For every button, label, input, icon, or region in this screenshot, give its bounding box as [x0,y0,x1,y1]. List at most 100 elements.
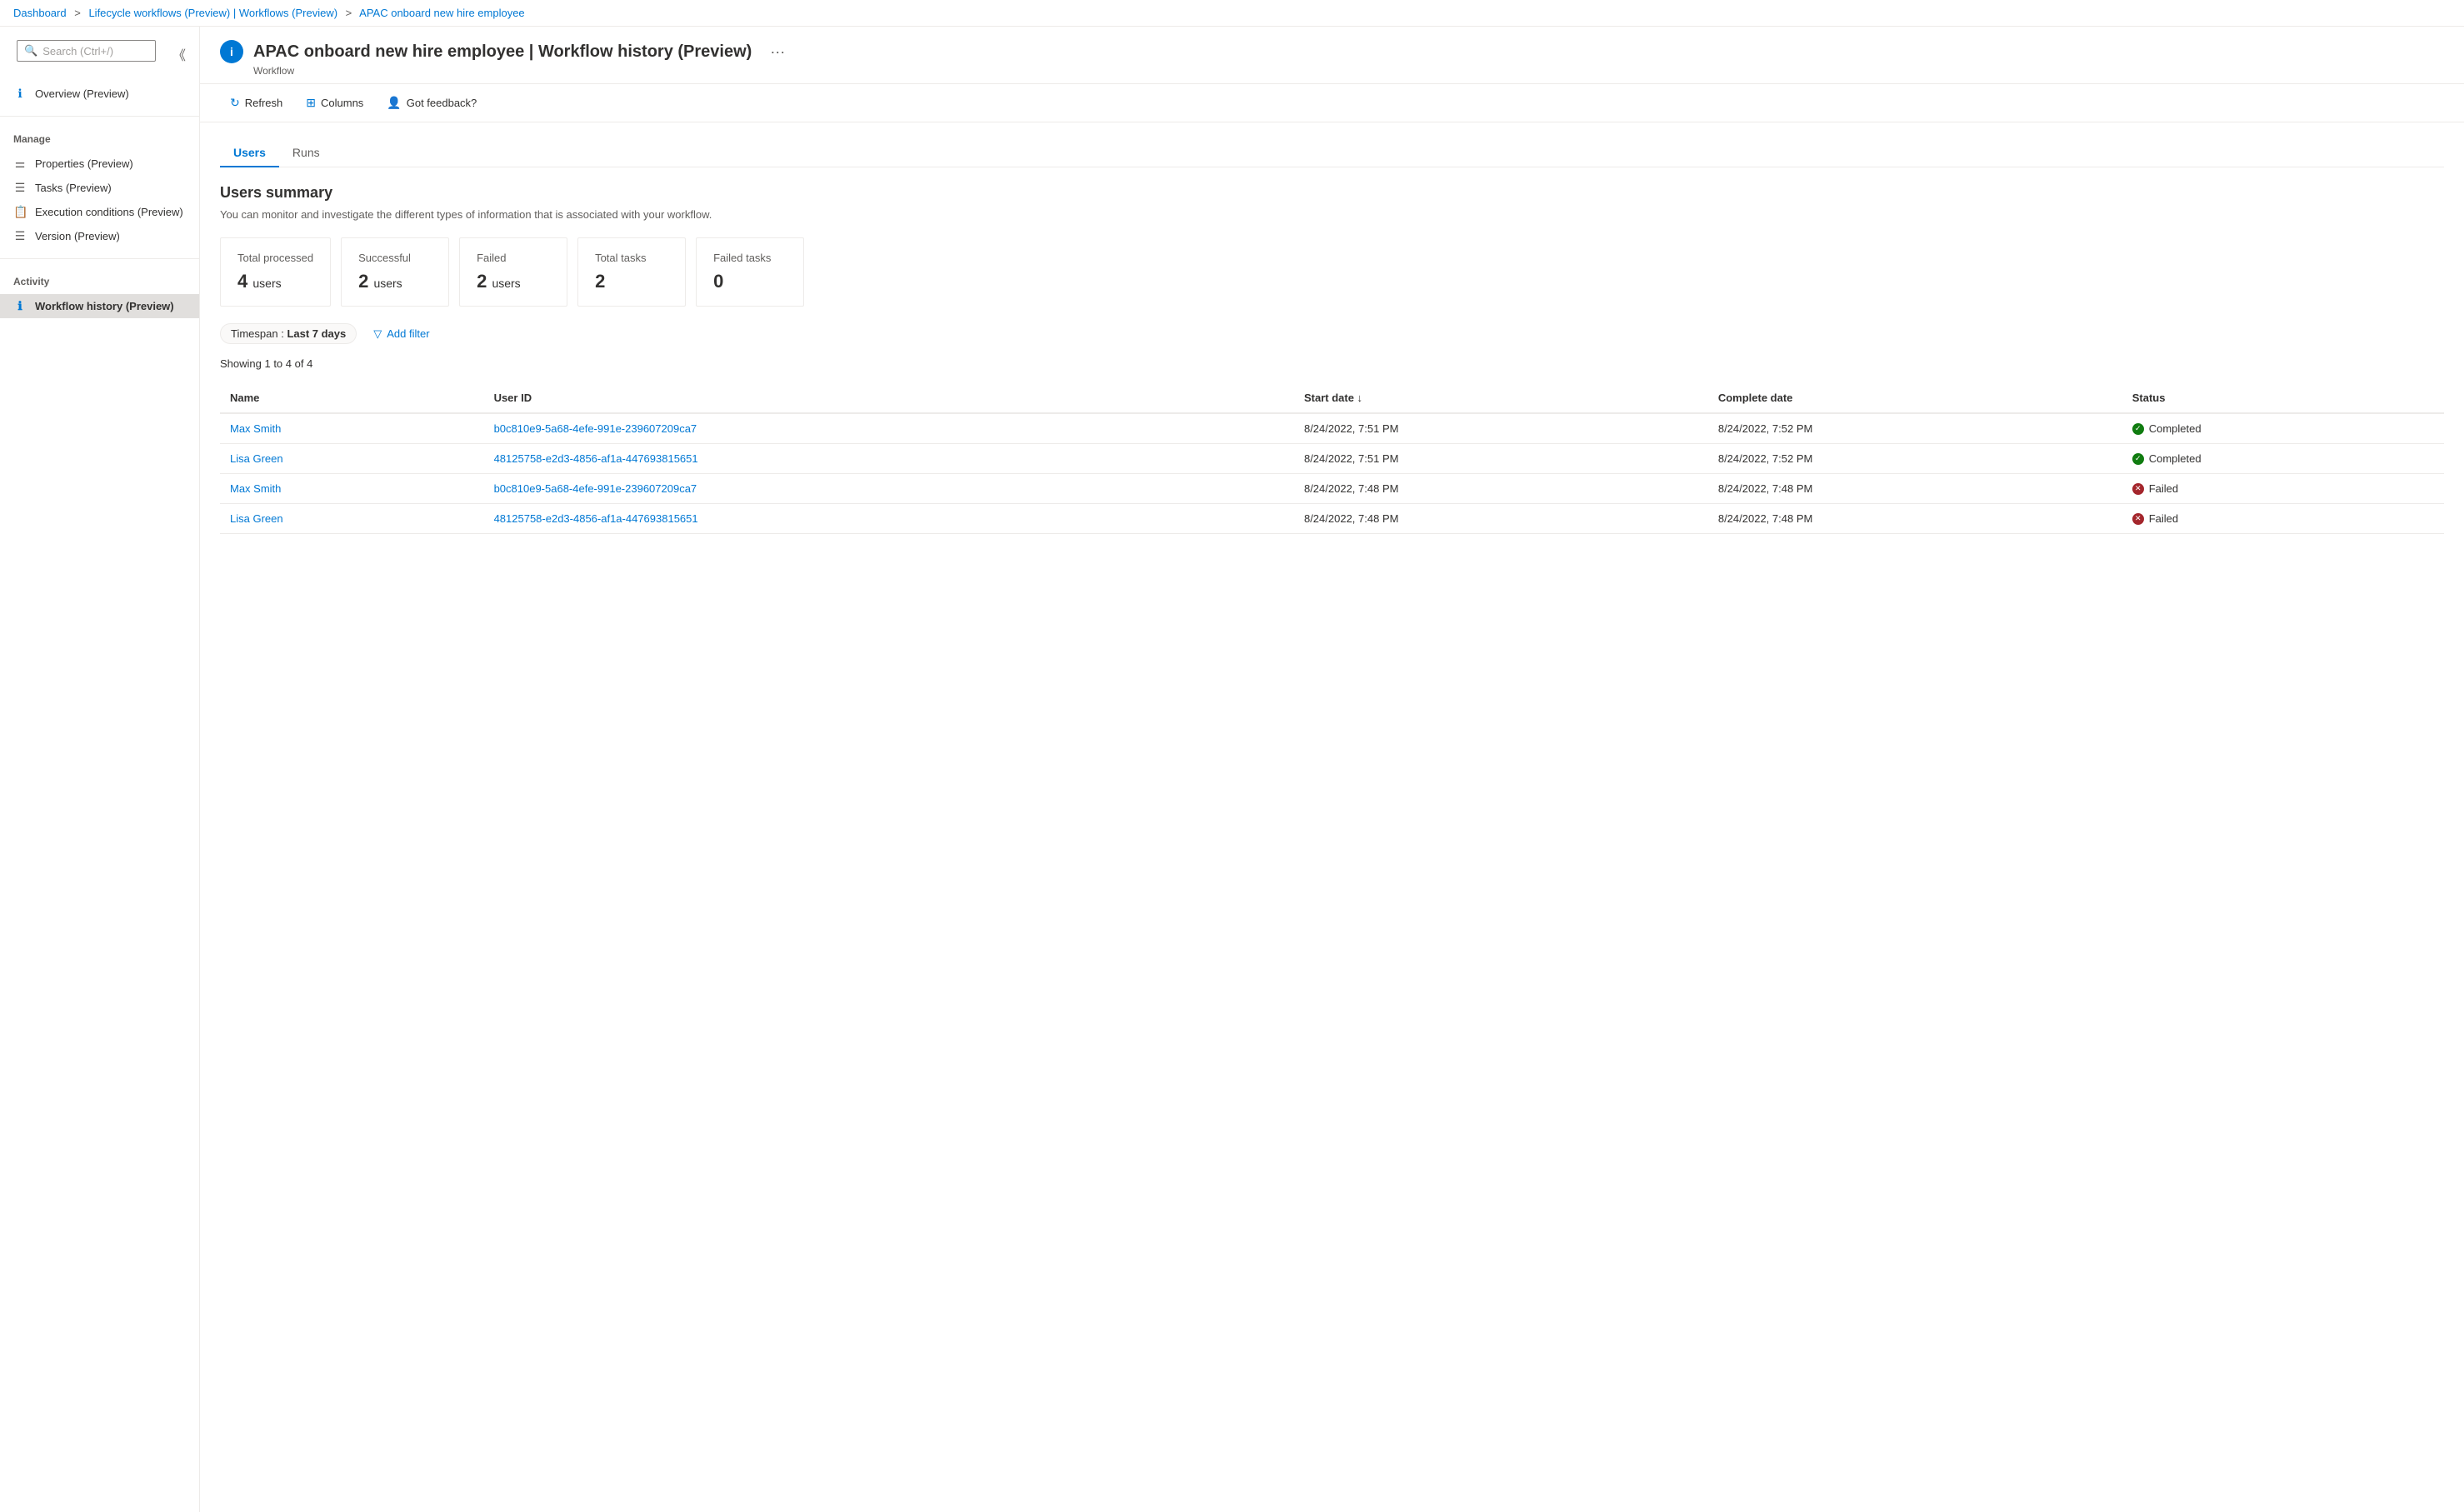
section-description: You can monitor and investigate the diff… [220,208,2444,221]
sidebar-version-label: Version (Preview) [35,230,120,242]
user-name-link[interactable]: Lisa Green [230,512,283,525]
sidebar-execution-label: Execution conditions (Preview) [35,206,183,218]
feedback-label: Got feedback? [407,97,477,109]
card-total-tasks-label: Total tasks [595,252,668,264]
complete-date-cell: 8/24/2022, 7:52 PM [1708,413,2122,444]
complete-date-cell: 8/24/2022, 7:52 PM [1708,444,2122,474]
status-label: Completed [2149,452,2202,465]
status-cell: ✕ Failed [2122,474,2444,504]
showing-text: Showing 1 to 4 of 4 [220,357,2444,370]
user-id-link[interactable]: 48125758-e2d3-4856-af1a-447693815651 [494,452,698,465]
tab-users[interactable]: Users [220,139,279,167]
col-user-id[interactable]: User ID [484,383,1294,413]
table-row: Lisa Green 48125758-e2d3-4856-af1a-447693… [220,444,2444,474]
sidebar-item-workflow-history[interactable]: ℹ Workflow history (Preview) [0,294,199,318]
user-name-link[interactable]: Max Smith [230,422,281,435]
sidebar-item-execution[interactable]: 📋 Execution conditions (Preview) [0,200,199,224]
refresh-button[interactable]: ↻ Refresh [220,91,292,115]
user-name-link[interactable]: Max Smith [230,482,281,495]
workflow-history-icon: ℹ [13,299,27,313]
collapse-button[interactable]: 《 [169,41,189,67]
sidebar-item-tasks[interactable]: ☰ Tasks (Preview) [0,176,199,200]
sidebar-item-overview[interactable]: ℹ Overview (Preview) [0,82,199,106]
card-total-tasks: Total tasks 2 [577,237,686,307]
search-input[interactable] [42,45,148,57]
columns-label: Columns [321,97,363,109]
user-id-link[interactable]: 48125758-e2d3-4856-af1a-447693815651 [494,512,698,525]
status-label: Failed [2149,512,2178,525]
more-options-button[interactable]: ··· [765,42,790,62]
users-summary-section: Users summary You can monitor and invest… [220,184,2444,534]
page-subtitle: Workflow [253,65,2444,77]
status-label: Completed [2149,422,2202,435]
tasks-icon: ☰ [13,181,27,195]
start-date-cell: 8/24/2022, 7:48 PM [1294,474,1708,504]
col-complete-date[interactable]: Complete date [1708,383,2122,413]
complete-date-cell: 8/24/2022, 7:48 PM [1708,504,2122,534]
filter-icon: ▽ [373,327,382,341]
search-box: 🔍 [17,40,156,62]
columns-button[interactable]: ⊞ Columns [296,91,373,115]
page-icon: i [220,40,243,63]
status-cell: ✕Failed [2122,504,2444,534]
add-filter-button[interactable]: ▽ Add filter [363,324,439,344]
breadcrumb-lifecycle[interactable]: Lifecycle workflows (Preview) | Workflow… [88,7,337,19]
card-successful: Successful 2 users [341,237,449,307]
summary-cards: Total processed 4 users Successful 2 use… [220,237,2444,307]
start-date-cell: 8/24/2022, 7:48 PM [1294,504,1708,534]
status-label: Failed [2149,482,2178,495]
sidebar-item-version[interactable]: ☰ Version (Preview) [0,224,199,248]
timespan-prefix: Timespan : [231,327,287,340]
toolbar: ↻ Refresh ⊞ Columns 👤 Got feedback? [200,84,2464,122]
completed-icon: ✓ [2132,423,2144,435]
user-id-link[interactable]: b0c810e9-5a68-4efe-991e-239607209ca7 [494,482,697,495]
completed-icon: ✓ [2132,453,2144,465]
timespan-filter[interactable]: Timespan : Last 7 days [220,323,357,344]
card-total-tasks-value: 2 [595,271,668,292]
tab-runs[interactable]: Runs [279,139,333,167]
columns-icon: ⊞ [306,96,316,110]
add-filter-label: Add filter [387,327,429,340]
start-date-cell: 8/24/2022, 7:51 PM [1294,413,1708,444]
card-failed-label: Failed [477,252,550,264]
section-title: Users summary [220,184,2444,202]
failed-icon: ✕ [2132,483,2144,495]
col-status[interactable]: Status [2122,383,2444,413]
table-header: Name User ID Start date ↓ Complete date [220,383,2444,413]
breadcrumb-dashboard[interactable]: Dashboard [13,7,67,19]
properties-icon: ⚌ [13,157,27,171]
card-successful-label: Successful [358,252,432,264]
refresh-label: Refresh [245,97,283,109]
app-container: Dashboard > Lifecycle workflows (Preview… [0,0,2464,1512]
card-failed-tasks-label: Failed tasks [713,252,787,264]
col-start-date[interactable]: Start date ↓ [1294,383,1708,413]
feedback-icon: 👤 [387,96,401,110]
card-failed-value: 2 users [477,271,550,292]
sidebar-overview-label: Overview (Preview) [35,87,129,100]
breadcrumb-workflow[interactable]: APAC onboard new hire employee [359,7,525,19]
user-name-link[interactable]: Lisa Green [230,452,283,465]
start-date-cell: 8/24/2022, 7:51 PM [1294,444,1708,474]
timespan-value: Last 7 days [287,327,346,340]
status-cell: ✓ Completed [2122,413,2444,444]
card-failed: Failed 2 users [459,237,567,307]
col-name[interactable]: Name [220,383,484,413]
sidebar-item-properties[interactable]: ⚌ Properties (Preview) [0,152,199,176]
execution-icon: 📋 [13,205,27,219]
card-total-processed-value: 4 users [237,271,313,292]
sidebar-workflow-history-label: Workflow history (Preview) [35,300,174,312]
refresh-icon: ↻ [230,96,240,110]
info-icon: ℹ [13,87,27,101]
user-id-link[interactable]: b0c810e9-5a68-4efe-991e-239607209ca7 [494,422,697,435]
activity-section-label: Activity [0,266,199,291]
page-title: APAC onboard new hire employee | Workflo… [253,42,752,62]
users-table: Name User ID Start date ↓ Complete date [220,383,2444,534]
table-row: Lisa Green 48125758-e2d3-4856-af1a-447693… [220,504,2444,534]
card-total-processed: Total processed 4 users [220,237,331,307]
filters-row: Timespan : Last 7 days ▽ Add filter [220,323,2444,344]
main-content: i APAC onboard new hire employee | Workf… [200,27,2464,1512]
sidebar-activity-section: ℹ Workflow history (Preview) [0,291,199,322]
tabs-container: Users Runs [220,139,2444,167]
feedback-button[interactable]: 👤 Got feedback? [377,91,487,115]
search-icon: 🔍 [24,44,37,57]
